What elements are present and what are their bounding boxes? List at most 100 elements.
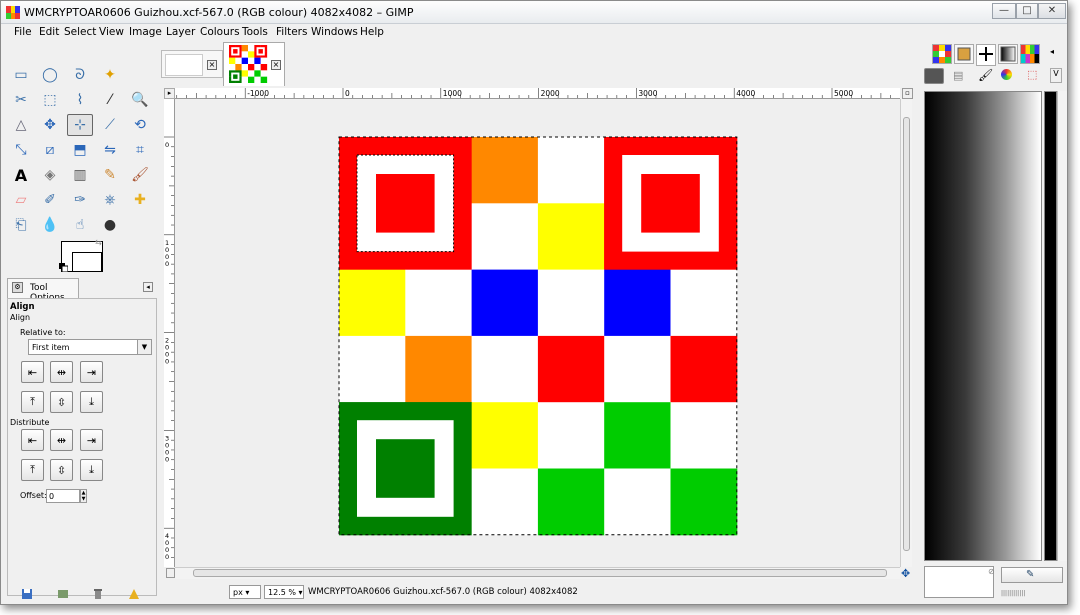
ruler-corner[interactable]: ▸ bbox=[164, 88, 175, 99]
menu-select[interactable]: Select bbox=[64, 26, 96, 38]
distribute-top-button[interactable]: ⤒ bbox=[21, 459, 44, 481]
fuzzy-select-icon[interactable]: ✦ bbox=[97, 64, 123, 86]
clone-icon[interactable]: ⎈ bbox=[97, 189, 123, 211]
brushes-tab-icon[interactable] bbox=[924, 68, 944, 84]
dodge-burn-icon[interactable]: ● bbox=[97, 214, 123, 236]
paintbrush-icon[interactable]: 🖌 bbox=[127, 164, 153, 186]
align-middle-vertical-button[interactable]: ⇳ bbox=[50, 391, 73, 413]
blend-icon[interactable]: ▥ bbox=[67, 164, 93, 186]
background-color-swatch[interactable] bbox=[72, 252, 102, 272]
text-icon[interactable]: A bbox=[8, 164, 34, 186]
tab-palettes[interactable] bbox=[1020, 44, 1040, 64]
gradient-scrollbar[interactable] bbox=[1057, 91, 1067, 561]
brush-link-icon[interactable]: ⊘ bbox=[988, 567, 995, 576]
rect-select-icon[interactable]: ▭ bbox=[8, 64, 34, 86]
menu-windows[interactable]: Windows bbox=[311, 26, 358, 38]
image-canvas[interactable] bbox=[175, 99, 900, 567]
horizontal-scrollbar-thumb[interactable] bbox=[193, 569, 887, 577]
distribute-right-button[interactable]: ⇥ bbox=[80, 429, 103, 451]
tool-presets-icon[interactable]: ▤ bbox=[953, 69, 963, 82]
delete-options-icon[interactable] bbox=[91, 588, 105, 600]
distribute-bottom-button[interactable]: ⤓ bbox=[80, 459, 103, 481]
scissors-icon[interactable]: ✂ bbox=[8, 89, 34, 111]
dock-menu-icon[interactable]: ◂ bbox=[1050, 47, 1060, 57]
align-left-edge-button[interactable]: ⇤ bbox=[21, 361, 44, 383]
paintbrush-tab-icon[interactable]: 🖌 bbox=[978, 68, 993, 82]
pencil-icon[interactable]: ✎ bbox=[97, 164, 123, 186]
heal-icon[interactable]: ✚ bbox=[127, 189, 153, 211]
vertical-scrollbar-thumb[interactable] bbox=[903, 117, 910, 551]
airbrush-icon[interactable]: ✐ bbox=[37, 189, 63, 211]
navigate-icon[interactable]: ✥ bbox=[901, 568, 913, 580]
zoom-select[interactable]: 12.5 % ▾ bbox=[264, 585, 304, 599]
relative-to-select[interactable]: First item ▼ bbox=[28, 339, 152, 355]
minimize-button[interactable]: — bbox=[992, 3, 1016, 19]
align-top-edge-button[interactable]: ⤒ bbox=[21, 391, 44, 413]
shear-icon[interactable]: ⧄ bbox=[37, 139, 63, 161]
default-colors-icon[interactable] bbox=[59, 263, 68, 272]
unit-select[interactable]: px ▾ bbox=[229, 585, 261, 599]
perspective-icon[interactable]: ⬒ bbox=[67, 139, 93, 161]
align-icon[interactable]: ⊹ bbox=[67, 114, 93, 136]
blur-icon[interactable]: 💧 bbox=[37, 214, 63, 236]
tab-menu-icon[interactable]: ◂ bbox=[143, 282, 153, 292]
menu-colours[interactable]: Colours bbox=[200, 26, 240, 38]
menu-image[interactable]: Image bbox=[129, 26, 162, 38]
menu-filters[interactable]: Filters bbox=[276, 26, 307, 38]
tab-gradients[interactable] bbox=[998, 44, 1018, 64]
ink-icon[interactable]: ✑ bbox=[67, 189, 93, 211]
quick-mask-icon[interactable] bbox=[166, 568, 175, 578]
close-button[interactable]: ✕ bbox=[1038, 3, 1066, 19]
close-tab-blank-icon[interactable]: × bbox=[207, 60, 217, 70]
distribute-left-button[interactable]: ⇤ bbox=[21, 429, 44, 451]
color-picker-icon[interactable]: ⁄ bbox=[97, 89, 123, 111]
perspective-clone-icon[interactable]: ⎗ bbox=[8, 214, 34, 236]
vertical-ruler[interactable]: 01000200030004000 bbox=[164, 99, 175, 567]
menu-help[interactable]: Help bbox=[360, 26, 384, 38]
move-icon[interactable]: ✥ bbox=[37, 114, 63, 136]
zoom-icon[interactable]: 🔍 bbox=[127, 89, 153, 111]
tab-images[interactable] bbox=[954, 44, 974, 64]
dynamics-tab-icon[interactable] bbox=[1001, 69, 1012, 80]
ellipse-select-icon[interactable]: ◯ bbox=[37, 64, 63, 86]
fonts-tab-icon[interactable]: ⬚ bbox=[1027, 68, 1037, 81]
maximize-button[interactable]: □ bbox=[1016, 3, 1038, 19]
measure-icon[interactable]: △ bbox=[8, 114, 34, 136]
reset-options-icon[interactable] bbox=[127, 588, 141, 600]
bucket-fill-icon[interactable]: ◈ bbox=[37, 164, 63, 186]
color-select-icon[interactable]: ⬚ bbox=[37, 89, 63, 111]
flip-icon[interactable]: ⇋ bbox=[97, 139, 123, 161]
horizontal-ruler[interactable]: -1000 0 1000 2000 3000 4000 5000 bbox=[175, 88, 900, 99]
distribute-middle-button[interactable]: ⇳ bbox=[50, 459, 73, 481]
crop-icon[interactable]: ⟋ bbox=[97, 114, 123, 136]
align-bottom-edge-button[interactable]: ⤓ bbox=[80, 391, 103, 413]
align-center-horizontal-button[interactable]: ⇹ bbox=[50, 361, 73, 383]
eraser-icon[interactable]: ▱ bbox=[8, 189, 34, 211]
paths-icon[interactable]: ⌇ bbox=[67, 89, 93, 111]
smudge-icon[interactable]: ☝ bbox=[67, 214, 93, 236]
menu-layer[interactable]: Layer bbox=[166, 26, 195, 38]
zoom-follow-icon[interactable]: ▫ bbox=[902, 88, 913, 99]
offset-stepper[interactable]: ▲ ▼ bbox=[80, 489, 87, 503]
menu-view[interactable]: View bbox=[99, 26, 124, 38]
tab-patterns[interactable] bbox=[932, 44, 952, 64]
menu-tools[interactable]: Tools bbox=[242, 26, 268, 38]
gradient-list[interactable] bbox=[1044, 91, 1057, 561]
text-tab-icon[interactable]: V bbox=[1050, 68, 1062, 83]
distribute-center-button[interactable]: ⇹ bbox=[50, 429, 73, 451]
menu-edit[interactable]: Edit bbox=[39, 26, 59, 38]
edit-brush-button[interactable]: ✎ bbox=[1001, 567, 1063, 583]
brush-preview[interactable] bbox=[924, 566, 994, 598]
offset-field[interactable]: 0 bbox=[46, 489, 80, 503]
swap-colors-icon[interactable]: ⇆ bbox=[95, 238, 102, 247]
chevron-down-icon[interactable]: ▼ bbox=[137, 340, 151, 354]
gradient-preview[interactable] bbox=[924, 91, 1042, 561]
close-tab-qr-icon[interactable]: × bbox=[271, 60, 281, 70]
restore-options-icon[interactable] bbox=[56, 588, 70, 600]
align-right-edge-button[interactable]: ⇥ bbox=[80, 361, 103, 383]
tab-paths[interactable] bbox=[976, 44, 996, 66]
cage-icon[interactable]: ⌗ bbox=[127, 139, 153, 161]
rotate-icon[interactable]: ⟲ bbox=[127, 114, 153, 136]
scale-icon[interactable]: ⤡ bbox=[8, 139, 34, 161]
menu-file[interactable]: File bbox=[14, 26, 32, 38]
